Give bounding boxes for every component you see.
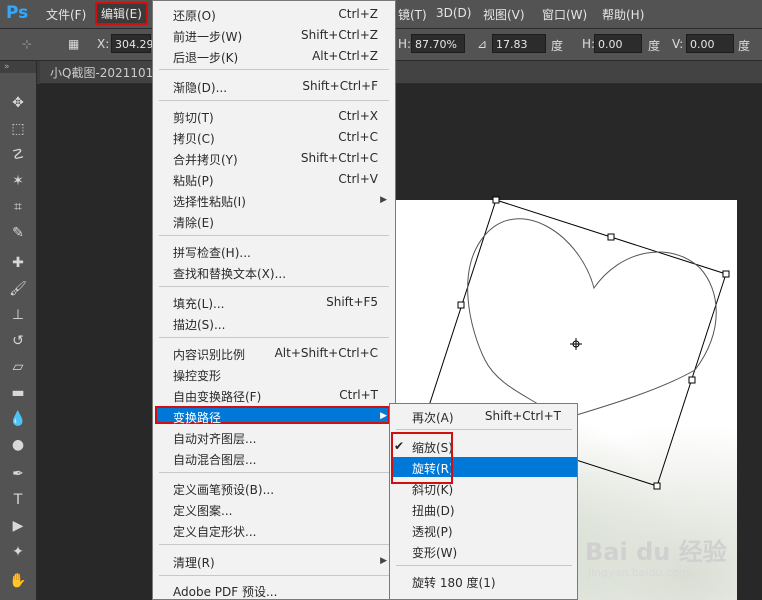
menu-item-cut[interactable]: 剪切(T) (173, 109, 214, 126)
annotation-box (391, 432, 453, 484)
handle-right[interactable] (688, 376, 696, 384)
menu-item-check-spelling[interactable]: 拼写检查(H)... (173, 244, 251, 261)
menu-item-find-replace[interactable]: 查找和替换文本(X)... (173, 265, 286, 282)
heart-path[interactable] (467, 218, 717, 421)
menu-item-clear[interactable]: 清除(E) (173, 214, 214, 231)
shortcut-fill: Shift+F5 (326, 295, 378, 309)
menu-item-auto-blend-layers[interactable]: 自动混合图层... (173, 451, 256, 468)
menu-separator (159, 337, 389, 338)
menu-item-paste-special[interactable]: 选择性粘贴(I) (173, 193, 246, 210)
handle-top-left[interactable] (492, 196, 500, 204)
submenu-item-perspective[interactable]: 透视(P) (412, 523, 453, 540)
submenu-item-distort[interactable]: 扭曲(D) (412, 502, 455, 519)
submenu-arrow-icon: ▶ (380, 195, 387, 205)
menu-separator (396, 565, 572, 566)
menu-item-step-backward[interactable]: 后退一步(K) (173, 49, 238, 66)
handle-left[interactable] (457, 301, 465, 309)
menu-item-puppet-warp[interactable]: 操控变形 (173, 367, 221, 384)
submenu-item-skew[interactable]: 斜切(K) (412, 481, 453, 498)
shortcut-fade: Shift+Ctrl+F (302, 79, 378, 93)
menu-item-pdf-presets[interactable]: Adobe PDF 预设... (173, 583, 277, 600)
transform-center-icon[interactable] (570, 338, 582, 350)
menu-item-stroke[interactable]: 描边(S)... (173, 316, 225, 333)
shortcut-step-backward: Alt+Ctrl+Z (312, 49, 378, 63)
transform-path-submenu: 再次(A) Shift+Ctrl+T ✔ 缩放(S) 旋转(R) 斜切(K) 扭… (389, 403, 578, 600)
menu-separator (159, 100, 389, 101)
edit-menu: 还原(O) Ctrl+Z 前进一步(W) Shift+Ctrl+Z 后退一步(K… (152, 0, 396, 600)
shortcut-copy: Ctrl+C (338, 130, 378, 144)
menu-separator (159, 69, 389, 70)
submenu-arrow-icon: ▶ (380, 411, 387, 421)
menu-item-transform-path[interactable]: 变换路径 (173, 409, 221, 426)
menu-separator (159, 472, 389, 473)
shortcut-again: Shift+Ctrl+T (484, 409, 561, 423)
shortcut-paste: Ctrl+V (338, 172, 378, 186)
submenu-item-rotate-180[interactable]: 旋转 180 度(1) (412, 574, 496, 591)
menu-item-auto-align-layers[interactable]: 自动对齐图层... (173, 430, 256, 447)
handle-top[interactable] (607, 233, 615, 241)
menu-item-fade[interactable]: 渐隐(D)... (173, 79, 227, 96)
menu-item-define-shape[interactable]: 定义自定形状... (173, 523, 256, 540)
shortcut-undo: Ctrl+Z (338, 7, 378, 21)
baidu-watermark: Bai du 经验 (585, 538, 727, 566)
submenu-item-again[interactable]: 再次(A) (412, 409, 454, 426)
submenu-item-warp[interactable]: 变形(W) (412, 544, 457, 561)
shortcut-copy-merged: Shift+Ctrl+C (300, 151, 378, 165)
menu-item-paste[interactable]: 粘贴(P) (173, 172, 214, 189)
menu-item-purge[interactable]: 清理(R) (173, 554, 215, 571)
menu-item-free-transform-path[interactable]: 自由变换路径(F) (173, 388, 261, 405)
submenu-arrow-icon: ▶ (380, 556, 387, 566)
menu-item-step-forward[interactable]: 前进一步(W) (173, 28, 242, 45)
menu-item-fill[interactable]: 填充(L)... (173, 295, 225, 312)
menu-separator (159, 286, 389, 287)
baidu-watermark-url: jingyan.baidu.com (588, 566, 690, 579)
shortcut-free-transform-path: Ctrl+T (339, 388, 378, 402)
shortcut-step-forward: Shift+Ctrl+Z (301, 28, 378, 42)
menu-item-define-brush[interactable]: 定义画笔预设(B)... (173, 481, 274, 498)
menu-item-undo[interactable]: 还原(O) (173, 7, 216, 24)
shortcut-cut: Ctrl+X (338, 109, 378, 123)
menu-item-define-pattern[interactable]: 定义图案... (173, 502, 232, 519)
menu-separator (396, 429, 572, 430)
menu-separator (159, 544, 389, 545)
handle-top-right[interactable] (722, 270, 730, 278)
menu-separator (159, 235, 389, 236)
menu-separator (159, 575, 389, 576)
menu-item-content-aware-scale[interactable]: 内容识别比例 (173, 346, 245, 363)
menu-item-copy-merged[interactable]: 合并拷贝(Y) (173, 151, 238, 168)
handle-bottom-right[interactable] (653, 482, 661, 490)
menu-item-copy[interactable]: 拷贝(C) (173, 130, 215, 147)
shortcut-content-aware-scale: Alt+Shift+Ctrl+C (274, 346, 378, 360)
